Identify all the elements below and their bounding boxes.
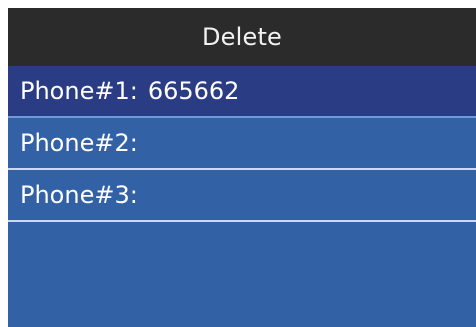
phone-1-value: 665662 — [147, 77, 240, 105]
screen-header: Delete — [8, 8, 476, 66]
list-item-phone-3[interactable]: Phone#3: — [8, 170, 476, 222]
page-title: Delete — [201, 23, 283, 51]
list-item-phone-2[interactable]: Phone#2: — [8, 118, 476, 170]
phone-3-label: Phone#3: — [20, 181, 138, 209]
phone-2-label: Phone#2: — [20, 129, 138, 157]
phone-list: Phone#1: 665662 Phone#2: Phone#3: — [8, 66, 476, 222]
device-screen: Delete Phone#1: 665662 Phone#2: Phone#3: — [8, 8, 476, 327]
phone-1-label: Phone#1: — [20, 77, 138, 105]
list-item-phone-1[interactable]: Phone#1: 665662 — [8, 66, 476, 118]
